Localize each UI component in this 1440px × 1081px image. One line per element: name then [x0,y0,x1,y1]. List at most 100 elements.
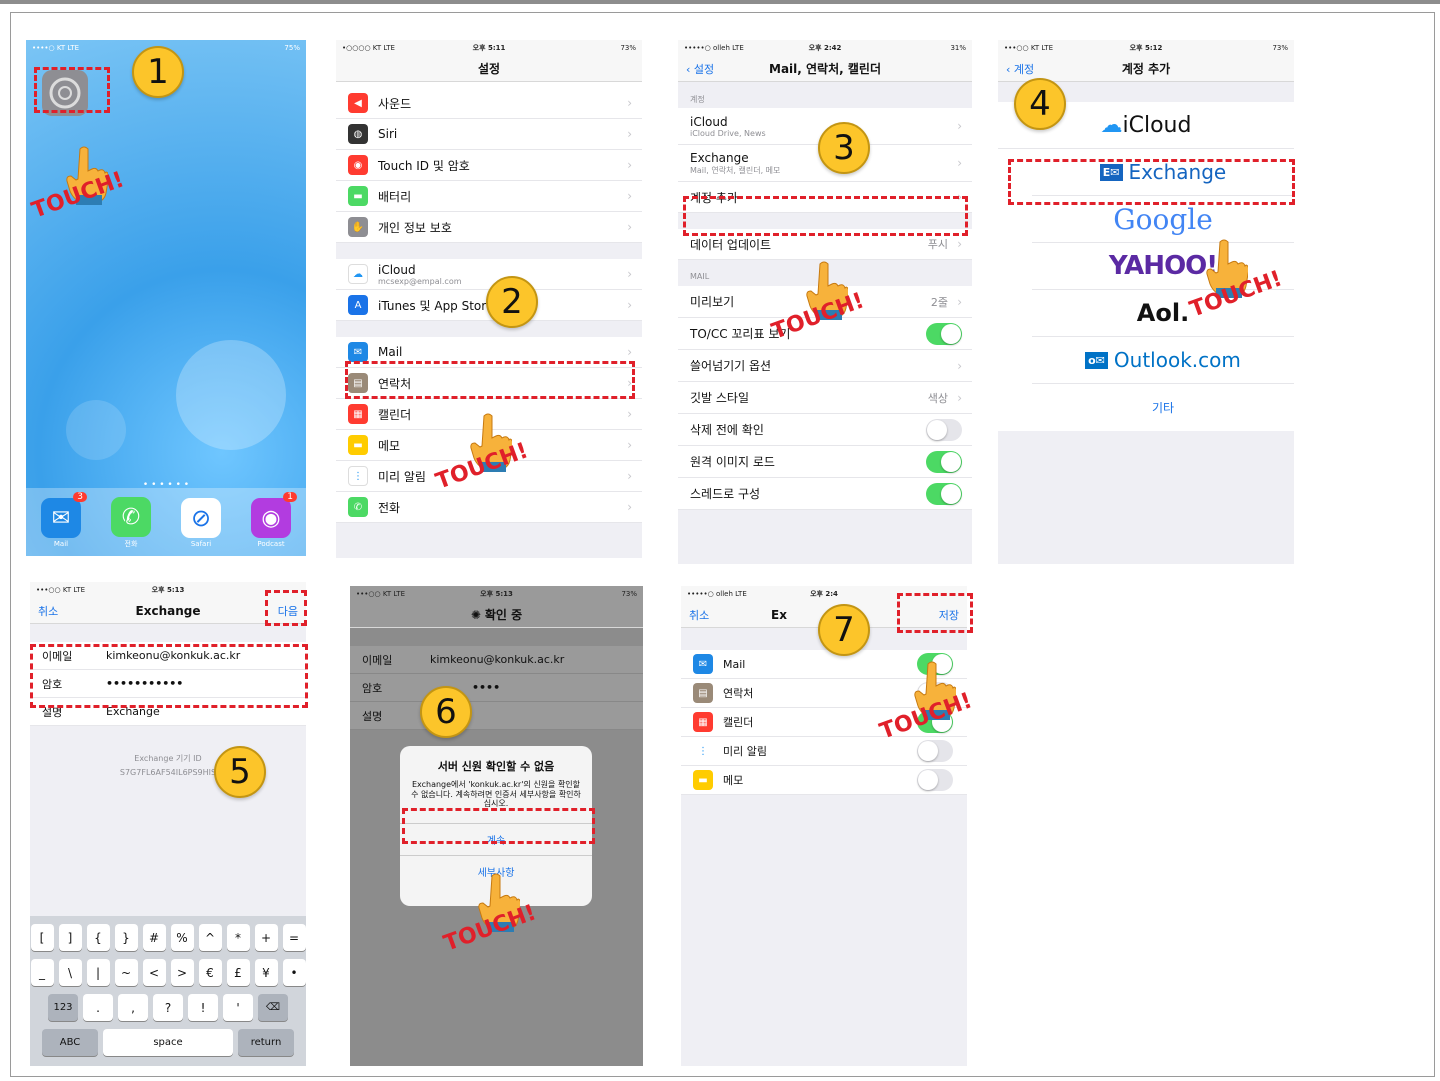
time-text: 오후 5:13 [151,586,185,594]
row-label: 쓸어넘기기 옵션 [690,359,772,373]
backspace-key[interactable]: ⌫ [258,994,288,1021]
description-field: 설명 [350,702,643,730]
abc-key[interactable]: ABC [42,1029,98,1056]
row-label: Mail [378,345,403,359]
keyboard-key[interactable]: . [83,994,113,1021]
mail-icon: ✉ [41,498,81,538]
cancel-button[interactable]: 취소 [38,603,58,619]
row-label: Mail [723,657,746,671]
step-badge-2: 2 [486,276,538,328]
keyboard-key[interactable]: ! [188,994,218,1021]
toggle-switch[interactable] [926,322,962,345]
dock-app-podcast[interactable]: ◉ 1 Podcast [251,492,297,548]
dock-app-safari[interactable]: ⊘ Safari [181,498,221,548]
toggle-switch[interactable] [926,418,962,441]
keyboard-key[interactable]: ] [58,924,82,951]
settings-row[interactable]: ✋ 개인 정보 보호 › [336,212,642,243]
chevron-right-icon: › [627,96,632,110]
app-icon: ▦ [693,712,713,732]
row-sub: iCloud Drive, News [690,128,766,138]
keyboard: []{} #% ^ * + = _ \ | ~ < > € £ ¥ • 123.,?! ' ⌫ ABC spac… [30,916,306,1066]
keyboard-key[interactable]: 123 [48,994,78,1021]
provider-outlook[interactable]: o✉ Outlook.com [1032,337,1294,384]
dock-app-mail[interactable]: ✉ 3 Mail [41,492,87,548]
touch-indicator: TOUCH! [441,872,546,972]
keyboard-key[interactable]: € [198,959,222,986]
keyboard-key[interactable]: ^ [198,924,222,951]
chevron-right-icon: › [957,294,962,309]
status-bar: •••○○ KT LTE 오후 5:12 73% [998,40,1294,56]
settings-row[interactable]: ☁ iCloud mcsexp@empal.com › [336,259,642,290]
keyboard-key[interactable]: • [282,959,306,986]
mail-option-row[interactable]: 삭제 전에 확인 [678,414,972,446]
password-field: 암호 •••• [350,674,643,702]
return-key[interactable]: return [238,1029,294,1056]
toggle-switch[interactable] [926,450,962,473]
badge-count: 1 [283,492,297,502]
row-label: 깃발 스타일 [690,391,750,405]
app-icon: ✆ [348,497,368,517]
outlook-icon: o✉ [1085,351,1108,369]
sync-options-screen: •••••○ olleh LTE 오후 2:4 취소 Ex 저장 ✉ Mail ▤ 연… [681,586,967,1066]
keyboard-key[interactable]: | [86,959,110,986]
keyboard-key[interactable]: ? [153,994,183,1021]
highlight-credentials [30,644,308,708]
badge-count: 3 [73,492,87,502]
row-label: 전화 [378,500,401,515]
keyboard-key[interactable]: < [142,959,166,986]
keyboard-key[interactable]: ~ [114,959,138,986]
carrier-text: •••••○ olleh LTE [684,44,744,52]
time-text: 오후 2:4 [810,590,838,598]
back-button[interactable]: ‹ 계정 [1006,61,1034,77]
mail-option-row[interactable]: 깃발 스타일 색상 › [678,382,972,414]
keyboard-key[interactable]: = [282,924,306,951]
app-icon: ◉ [348,155,368,175]
cancel-button[interactable]: 취소 [689,607,709,623]
keyboard-key[interactable]: % [170,924,194,951]
keyboard-key[interactable]: [ [30,924,54,951]
row-label: Siri [378,127,398,141]
nav-bar: ✺ 확인 중 [350,602,643,628]
app-icon: ▬ [348,435,368,455]
battery-text: 73% [621,590,638,598]
keyboard-key[interactable]: { [86,924,110,951]
keyboard-key[interactable]: \ [58,959,82,986]
provider-other[interactable]: 기타 [1032,384,1294,431]
back-button[interactable]: ‹ 설정 [686,61,714,77]
keyboard-key[interactable]: ¥ [254,959,278,986]
chevron-right-icon: › [627,267,632,281]
step-badge-4: 4 [1014,78,1066,130]
time-text: 오후 2:42 [808,44,842,52]
keyboard-key[interactable]: # [142,924,166,951]
mail-option-row[interactable]: 원격 이미지 로드 [678,446,972,478]
keyboard-key[interactable]: > [170,959,194,986]
keyboard-key[interactable]: £ [226,959,250,986]
space-key[interactable]: space [103,1029,233,1056]
app-icon: ▦ [348,404,368,424]
keyboard-key[interactable]: _ [30,959,54,986]
chevron-right-icon: › [627,298,632,312]
row-label: 사운드 [378,96,412,111]
keyboard-key[interactable]: + [254,924,278,951]
app-icon: ▤ [693,683,713,703]
settings-row[interactable]: ◀ 사운드 › [336,88,642,119]
touch-indicator: TOUCH! [29,145,134,245]
chevron-right-icon: › [957,156,962,170]
settings-row[interactable]: ◍ Siri › [336,119,642,150]
sync-row[interactable]: ▬ 메모 [681,766,967,795]
highlight-save-button [897,593,973,633]
dock-app-phone[interactable]: ✆ 전화 [111,497,151,549]
app-icon: ▬ [348,186,368,206]
keyboard-key[interactable]: ' [223,994,253,1021]
settings-row[interactable]: ◉ Touch ID 및 암호 › [336,150,642,181]
toggle-switch[interactable] [926,482,962,505]
keyboard-key[interactable]: , [118,994,148,1021]
dock: ✉ 3 Mail ✆ 전화 ⊘ Safari ◉ 1 Podcast [26,488,306,556]
keyboard-key[interactable]: } [114,924,138,951]
settings-row[interactable]: ▬ 배터리 › [336,181,642,212]
touch-indicator: TOUCH! [433,412,538,512]
status-bar: •••••○ olleh LTE 오후 2:42 31% [678,40,972,56]
keyboard-key[interactable]: * [226,924,250,951]
toggle-switch[interactable] [917,769,953,791]
mail-option-row[interactable]: 스레드로 구성 [678,478,972,510]
